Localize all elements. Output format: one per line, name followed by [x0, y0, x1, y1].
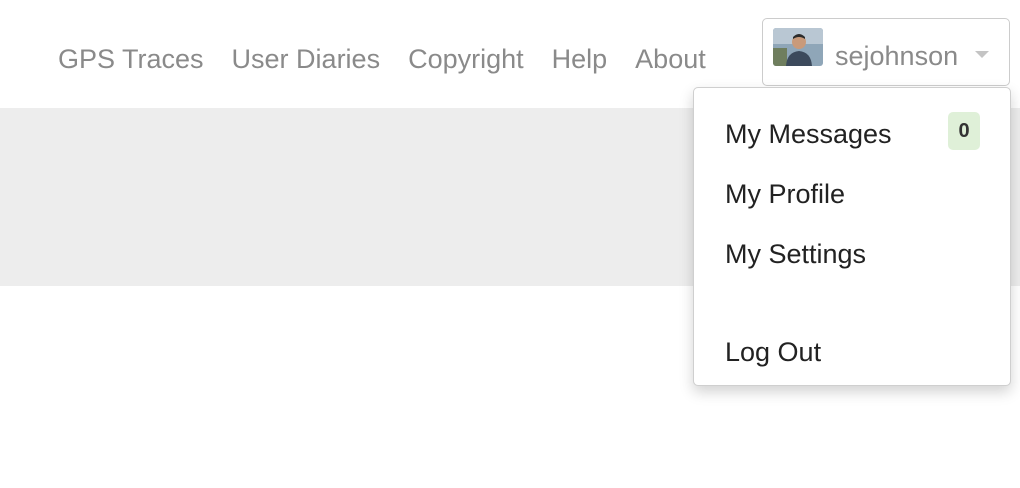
page: GPS Traces User Diaries Copyright Help A…: [0, 0, 1020, 488]
user-avatar-icon: [773, 28, 823, 66]
menu-item-my-profile[interactable]: My Profile: [694, 170, 1010, 218]
menu-item-log-out[interactable]: Log Out: [694, 328, 1010, 376]
nav-links: GPS Traces User Diaries Copyright Help A…: [58, 42, 706, 76]
user-menu-button[interactable]: sejohnson: [762, 18, 1010, 86]
nav-link-gps-traces[interactable]: GPS Traces: [58, 42, 204, 76]
menu-item-label: My Profile: [725, 179, 846, 209]
nav-link-help[interactable]: Help: [552, 42, 608, 76]
menu-item-my-messages[interactable]: My Messages 0: [694, 110, 1010, 158]
chevron-down-icon: [975, 51, 989, 58]
nav-link-copyright[interactable]: Copyright: [408, 42, 524, 76]
user-dropdown-menu: My Messages 0 My Profile My Settings Log…: [693, 87, 1011, 386]
menu-item-label: My Messages: [725, 119, 892, 149]
username-label: sejohnson: [835, 41, 959, 71]
menu-item-label: My Settings: [725, 239, 867, 269]
nav-link-user-diaries[interactable]: User Diaries: [232, 42, 381, 76]
menu-item-label: Log Out: [725, 337, 822, 367]
nav-link-about[interactable]: About: [635, 42, 706, 76]
avatar: [773, 28, 823, 66]
menu-item-my-settings[interactable]: My Settings: [694, 230, 1010, 278]
messages-count-badge: 0: [948, 112, 980, 150]
